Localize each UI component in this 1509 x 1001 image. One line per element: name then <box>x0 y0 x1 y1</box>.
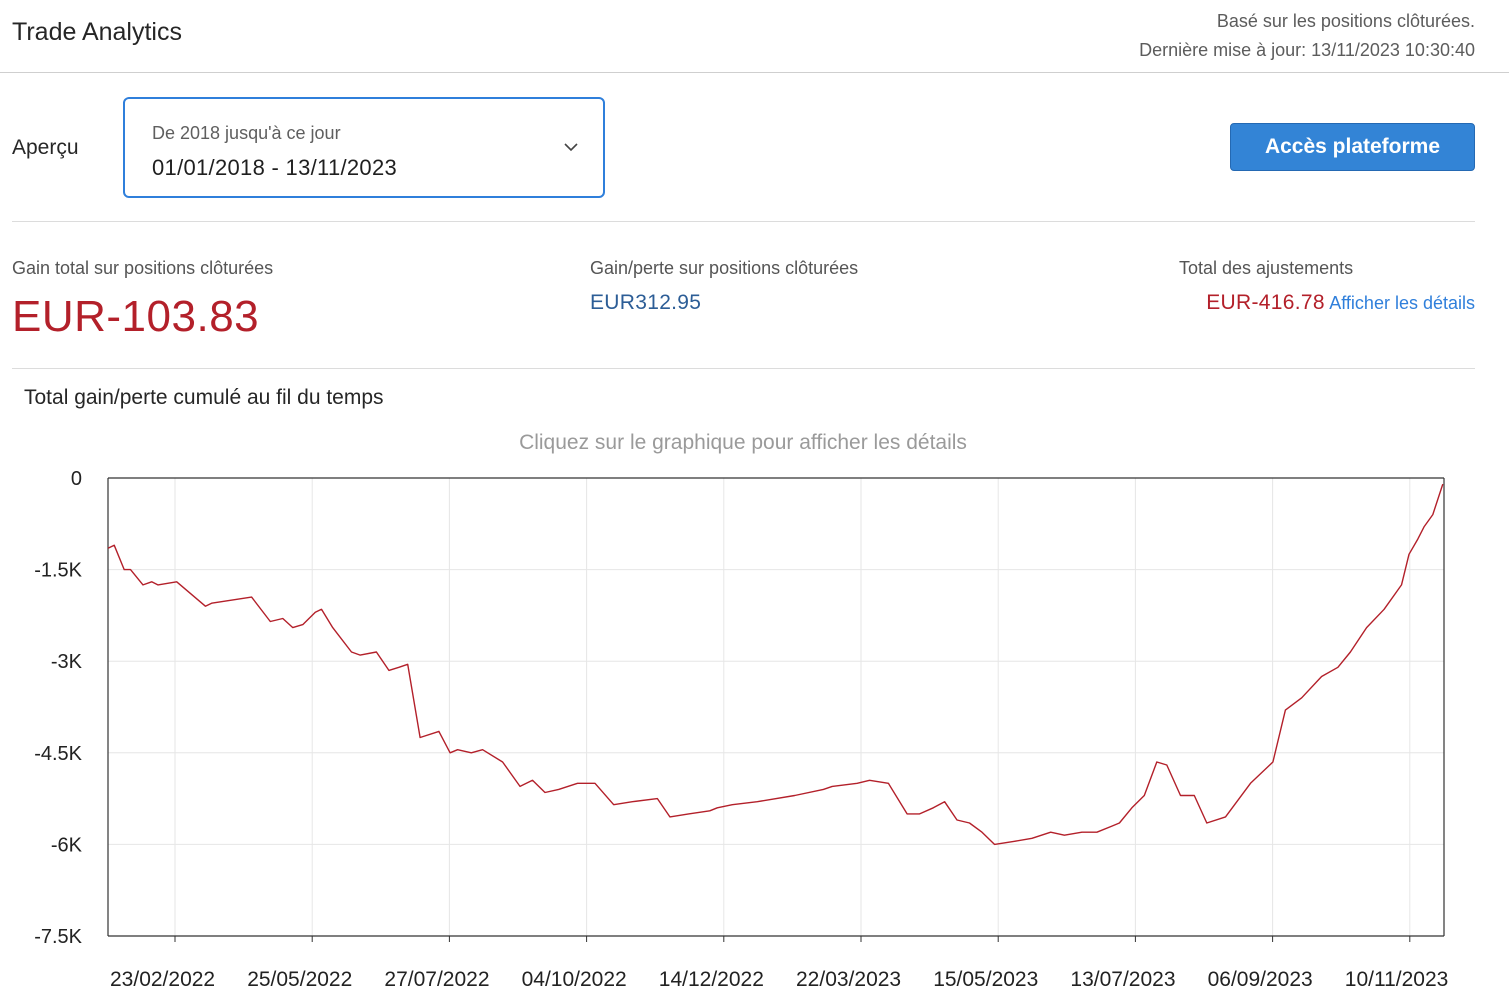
y-tick-label: -3K <box>51 651 83 673</box>
top-bar: Trade Analytics Basé sur les positions c… <box>0 0 1509 73</box>
x-tick-label: 27/07/2022 <box>384 968 489 991</box>
x-tick-label: 13/07/2023 <box>1070 968 1175 991</box>
y-tick-label: -1.5K <box>34 560 82 582</box>
chevron-down-icon <box>564 143 578 152</box>
pl-value: EUR312.95 <box>590 291 702 314</box>
date-range-value: 01/01/2018 - 13/11/2023 <box>152 155 398 180</box>
x-tick-label: 14/12/2022 <box>659 968 764 991</box>
x-tick-label: 15/05/2023 <box>933 968 1038 991</box>
overview-label: Aperçu <box>12 136 79 159</box>
total-gain-label: Gain total sur positions clôturées <box>12 258 274 278</box>
y-tick-label: -6K <box>51 834 83 856</box>
divider <box>12 221 1475 222</box>
x-tick-label: 06/09/2023 <box>1208 968 1313 991</box>
x-tick-label: 10/11/2023 <box>1345 968 1449 991</box>
total-gain-value: EUR-103.83 <box>12 292 260 341</box>
y-tick-label: -4.5K <box>34 743 82 765</box>
cumulative-pl-chart[interactable]: 0 -1.5K -3K -4.5K -6K -7.5K 23/02/2022 25/05/20… <box>0 460 1509 1001</box>
series-line <box>107 483 1444 846</box>
x-tick-label: 23/02/2022 <box>110 968 215 991</box>
adjustments-value: EUR-416.78 <box>1206 291 1325 314</box>
show-details-link[interactable]: Afficher les détails <box>1329 293 1475 313</box>
platform-access-button[interactable]: Accès plateforme <box>1230 123 1475 171</box>
y-tick-label: 0 <box>71 468 82 490</box>
app-title: Trade Analytics <box>12 18 182 46</box>
adjustments-row: EUR-416.78 Afficher les détails <box>1206 291 1475 315</box>
chart-hint: Cliquez sur le graphique pour afficher l… <box>519 431 967 454</box>
x-tick-label: 25/05/2022 <box>247 968 352 991</box>
chart-title: Total gain/perte cumulé au fil du temps <box>24 386 384 409</box>
y-tick-label: -7.5K <box>34 926 82 948</box>
divider <box>12 368 1475 369</box>
last-update-timestamp: Dernière mise à jour: 13/11/2023 10:30:4… <box>1139 40 1475 60</box>
date-range-select[interactable]: De 2018 jusqu'à ce jour 01/01/2018 - 13/… <box>123 97 605 198</box>
x-tick-label: 22/03/2023 <box>796 968 901 991</box>
positions-note: Basé sur les positions clôturées. <box>1216 11 1475 31</box>
adjustments-label: Total des ajustements <box>1179 258 1354 278</box>
date-range-caption: De 2018 jusqu'à ce jour <box>152 123 341 143</box>
update-info: Basé sur les positions clôturées. Derniè… <box>1139 7 1475 65</box>
x-tick-label: 04/10/2022 <box>522 968 627 991</box>
pl-label: Gain/perte sur positions clôturées <box>590 258 859 278</box>
